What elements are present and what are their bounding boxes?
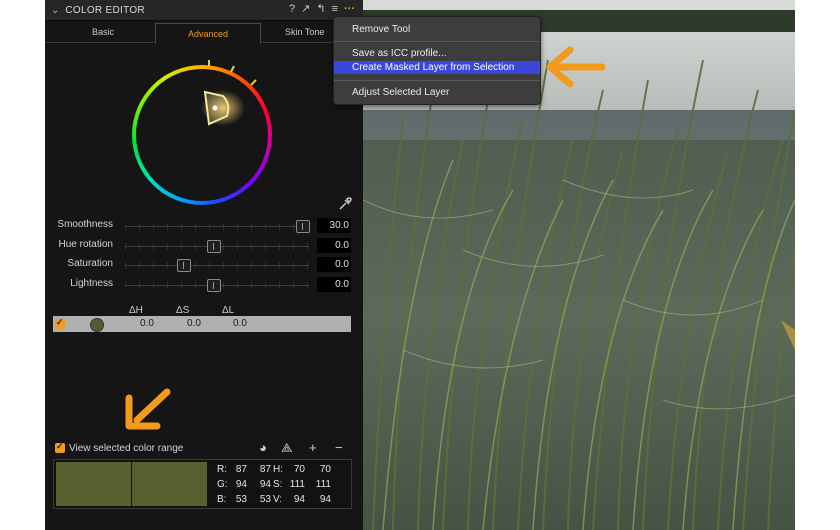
hue-rotation-slider-thumb[interactable]	[207, 240, 221, 253]
panel-header: ⌄ COLOR EDITOR ? ↗ ↰ ≡ ···	[45, 0, 363, 21]
delta-s-value: 0.0	[187, 318, 201, 329]
smoothness-value[interactable]: 30.0	[317, 218, 351, 233]
hue-rotation-row: Hue rotation 0.0	[45, 238, 363, 254]
delta-h-value: 0.0	[140, 318, 154, 329]
lightness-slider-thumb[interactable]	[207, 279, 221, 292]
color-range-row[interactable]: 0.0 0.0 0.0	[53, 316, 351, 332]
menu-item-save-icc-profile[interactable]: Save as ICC profile...	[334, 47, 540, 60]
panel-title: COLOR EDITOR	[65, 4, 145, 16]
menu-item-create-masked-layer[interactable]: Create Masked Layer from Selection	[334, 61, 540, 74]
lightness-label: Lightness	[70, 278, 113, 289]
lightness-value[interactable]: 0.0	[317, 277, 351, 292]
view-selected-checkbox[interactable]	[55, 441, 65, 453]
tool-options-menu: Remove Tool Save as ICC profile... Creat…	[333, 16, 541, 105]
color-wheel[interactable]	[127, 60, 277, 215]
saturation-slider-thumb[interactable]	[177, 259, 191, 272]
menu-item-adjust-selected-layer[interactable]: Adjust Selected Layer	[334, 86, 540, 99]
right-margin	[795, 0, 840, 530]
tab-basic[interactable]: Basic	[53, 23, 153, 41]
smoothness-label: Smoothness	[57, 219, 113, 230]
header-icons: ? ↗ ↰ ≡ ···	[289, 3, 355, 16]
after-swatch	[132, 462, 207, 506]
reset-icon[interactable]: ↰	[316, 3, 325, 16]
help-icon[interactable]: ?	[289, 3, 295, 16]
before-swatch	[56, 462, 131, 506]
tab-bar: Basic Advanced Skin Tone	[45, 23, 363, 44]
pop-out-icon[interactable]: ↗	[301, 3, 310, 16]
presets-icon[interactable]: ≡	[332, 3, 338, 16]
view-selected-label[interactable]: View selected color range	[69, 443, 183, 454]
add-icon[interactable]: +	[309, 441, 317, 455]
delta-h-header: ΔH	[129, 305, 143, 316]
color-editor-panel: ⌄ COLOR EDITOR ? ↗ ↰ ≡ ··· Basic Advance…	[45, 0, 363, 530]
saturation-label: Saturation	[67, 258, 113, 269]
color-info-box: R: 87 87 H: 70 70 G: 94 94 S: 111 111 B:…	[53, 459, 352, 509]
hue-rotation-value[interactable]: 0.0	[317, 238, 351, 253]
remove-icon[interactable]: −	[335, 441, 343, 455]
color-picker-icon[interactable]	[338, 197, 352, 211]
delta-l-value: 0.0	[233, 318, 247, 329]
color-range-swatch	[90, 318, 104, 332]
annotation-arrow-down-left-icon	[125, 388, 171, 430]
hue-rotation-label: Hue rotation	[58, 239, 113, 250]
eyedropper-icon[interactable]: ⟁	[281, 441, 293, 455]
smoothness-row: Smoothness 30.0	[45, 218, 363, 234]
saturation-value[interactable]: 0.0	[317, 257, 351, 272]
selected-color-point	[212, 105, 218, 111]
tab-advanced[interactable]: Advanced	[155, 23, 261, 44]
collapse-chevron-icon[interactable]: ⌄	[51, 5, 59, 16]
view-selected-row: View selected color range ◕ ⟁ + −	[53, 441, 353, 457]
more-options-icon[interactable]: ···	[344, 3, 355, 16]
smoothness-slider-thumb[interactable]	[296, 220, 310, 233]
color-wheel-toggle-icon[interactable]: ◕	[259, 441, 267, 455]
lightness-row: Lightness 0.0	[45, 277, 363, 293]
annotation-arrow-left-icon	[546, 46, 606, 88]
delta-s-header: ΔS	[176, 305, 190, 316]
delta-l-header: ΔL	[222, 305, 235, 316]
color-range-checkbox[interactable]	[55, 317, 65, 329]
menu-item-remove-tool[interactable]: Remove Tool	[334, 23, 540, 36]
saturation-row: Saturation 0.0	[45, 257, 363, 273]
